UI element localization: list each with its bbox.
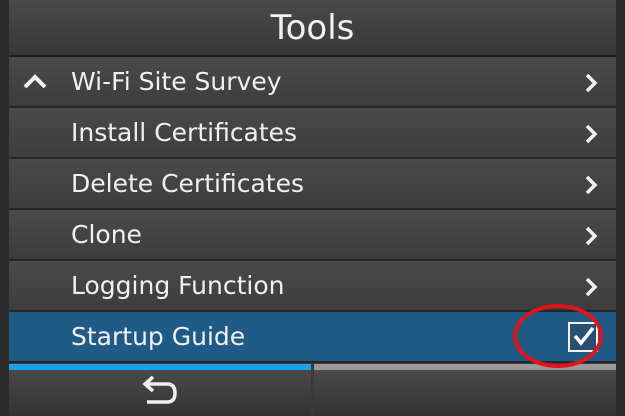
menu-item-clone[interactable]: Clone [9, 210, 616, 261]
menu-item-delete-certificates[interactable]: Delete Certificates [9, 159, 616, 210]
back-button[interactable] [9, 364, 311, 416]
chevron-right-icon [585, 277, 598, 297]
menu-item-label: Delete Certificates [71, 169, 304, 198]
chevron-right-icon [585, 124, 598, 144]
menu-item-logging-function[interactable]: Logging Function [9, 261, 616, 312]
bottom-bar [9, 364, 616, 416]
menu-item-label: Startup Guide [71, 322, 246, 351]
menu-item-wifi-site-survey[interactable]: Wi-Fi Site Survey [9, 57, 616, 108]
chevron-right-icon [585, 73, 598, 93]
chevron-right-icon [585, 226, 598, 246]
secondary-tab[interactable] [314, 364, 616, 416]
chevron-up-icon[interactable] [21, 71, 49, 91]
return-arrow-icon [142, 375, 177, 404]
menu-item-label: Logging Function [71, 271, 285, 300]
menu-item-label: Wi-Fi Site Survey [71, 67, 282, 96]
menu-item-label: Clone [71, 220, 142, 249]
highlight-circle [513, 304, 603, 368]
menu-item-label: Install Certificates [71, 118, 298, 147]
chevron-right-icon [585, 175, 598, 195]
page-title: Tools [9, 0, 616, 57]
menu-item-install-certificates[interactable]: Install Certificates [9, 108, 616, 159]
